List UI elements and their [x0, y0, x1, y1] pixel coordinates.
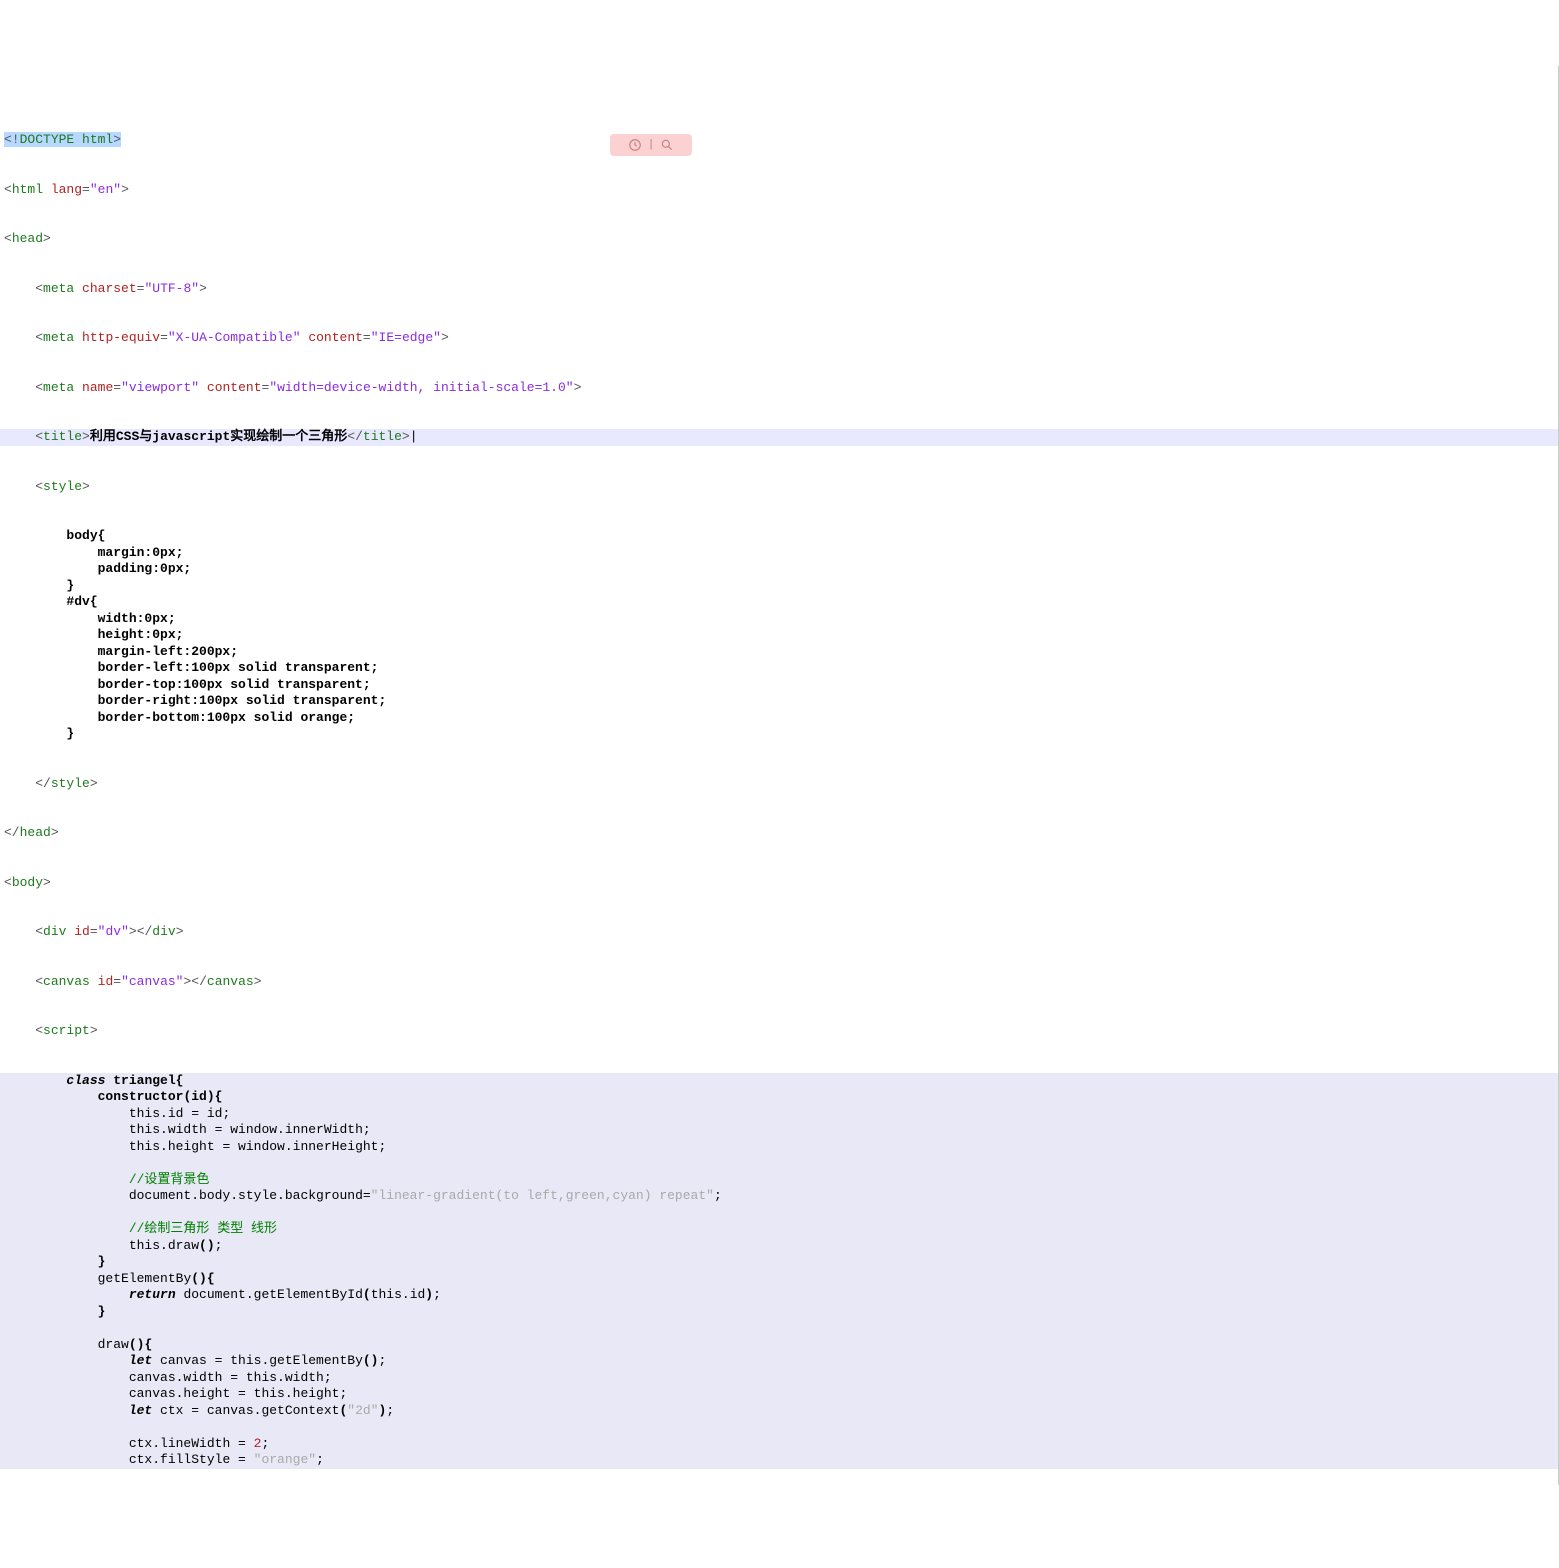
code-line[interactable]: }: [0, 1254, 1558, 1271]
code-line[interactable]: let ctx = canvas.getContext("2d");: [0, 1403, 1558, 1420]
code-line-active[interactable]: <title>利用CSS与javascript实现绘制一个三角形</title>: [0, 429, 1558, 446]
code-line[interactable]: class triangel{: [0, 1073, 1558, 1090]
code-line[interactable]: canvas.height = this.height;: [0, 1386, 1558, 1403]
code-line[interactable]: border-top:100px solid transparent;: [0, 677, 1558, 694]
code-line[interactable]: this.id = id;: [0, 1106, 1558, 1123]
code-line[interactable]: border-right:100px solid transparent;: [0, 693, 1558, 710]
code-line[interactable]: </style>: [0, 776, 1558, 793]
code-line[interactable]: margin-left:200px;: [0, 644, 1558, 661]
code-line[interactable]: height:0px;: [0, 627, 1558, 644]
code-line[interactable]: <body>: [0, 875, 1558, 892]
code-line[interactable]: }: [0, 578, 1558, 595]
code-line[interactable]: <div id="dv"></div>: [0, 924, 1558, 941]
code-line[interactable]: #dv{: [0, 594, 1558, 611]
code-line[interactable]: let canvas = this.getElementBy();: [0, 1353, 1558, 1370]
code-line[interactable]: width:0px;: [0, 611, 1558, 628]
code-line[interactable]: <style>: [0, 479, 1558, 496]
code-line[interactable]: <script>: [0, 1023, 1558, 1040]
code-line[interactable]: [0, 1155, 1558, 1172]
code-line[interactable]: document.body.style.background="linear-g…: [0, 1188, 1558, 1205]
code-line[interactable]: </head>: [0, 825, 1558, 842]
code-line[interactable]: draw(){: [0, 1337, 1558, 1354]
code-line[interactable]: <meta http-equiv="X-UA-Compatible" conte…: [0, 330, 1558, 347]
code-line[interactable]: margin:0px;: [0, 545, 1558, 562]
code-line[interactable]: getElementBy(){: [0, 1271, 1558, 1288]
code-line[interactable]: [0, 1205, 1558, 1222]
code-line[interactable]: border-left:100px solid transparent;: [0, 660, 1558, 677]
code-line[interactable]: }: [0, 1304, 1558, 1321]
code-line[interactable]: padding:0px;: [0, 561, 1558, 578]
code-line[interactable]: return document.getElementById(this.id);: [0, 1287, 1558, 1304]
code-line[interactable]: this.width = window.innerWidth;: [0, 1122, 1558, 1139]
code-line[interactable]: //绘制三角形 类型 线形: [0, 1221, 1558, 1238]
code-line[interactable]: canvas.width = this.width;: [0, 1370, 1558, 1387]
code-line[interactable]: ctx.lineWidth = 2;: [0, 1436, 1558, 1453]
code-editor[interactable]: | <!DOCTYPE html> <html lang="en"> <head…: [0, 66, 1559, 1485]
code-line[interactable]: <html lang="en">: [0, 182, 1558, 199]
code-line[interactable]: <meta name="viewport" content="width=dev…: [0, 380, 1558, 397]
code-line[interactable]: this.draw();: [0, 1238, 1558, 1255]
code-line[interactable]: ctx.fillStyle = "orange";: [0, 1452, 1558, 1469]
code-line[interactable]: [0, 1419, 1558, 1436]
code-line[interactable]: <head>: [0, 231, 1558, 248]
code-line[interactable]: <meta charset="UTF-8">: [0, 281, 1558, 298]
code-line[interactable]: <canvas id="canvas"></canvas>: [0, 974, 1558, 991]
code-line[interactable]: border-bottom:100px solid orange;: [0, 710, 1558, 727]
code-line[interactable]: this.height = window.innerHeight;: [0, 1139, 1558, 1156]
code-line[interactable]: [0, 1320, 1558, 1337]
code-line[interactable]: <!DOCTYPE html>: [0, 132, 1558, 149]
code-line[interactable]: }: [0, 726, 1558, 743]
code-line[interactable]: constructor(id){: [0, 1089, 1558, 1106]
code-line[interactable]: body{: [0, 528, 1558, 545]
code-line[interactable]: //设置背景色: [0, 1172, 1558, 1189]
